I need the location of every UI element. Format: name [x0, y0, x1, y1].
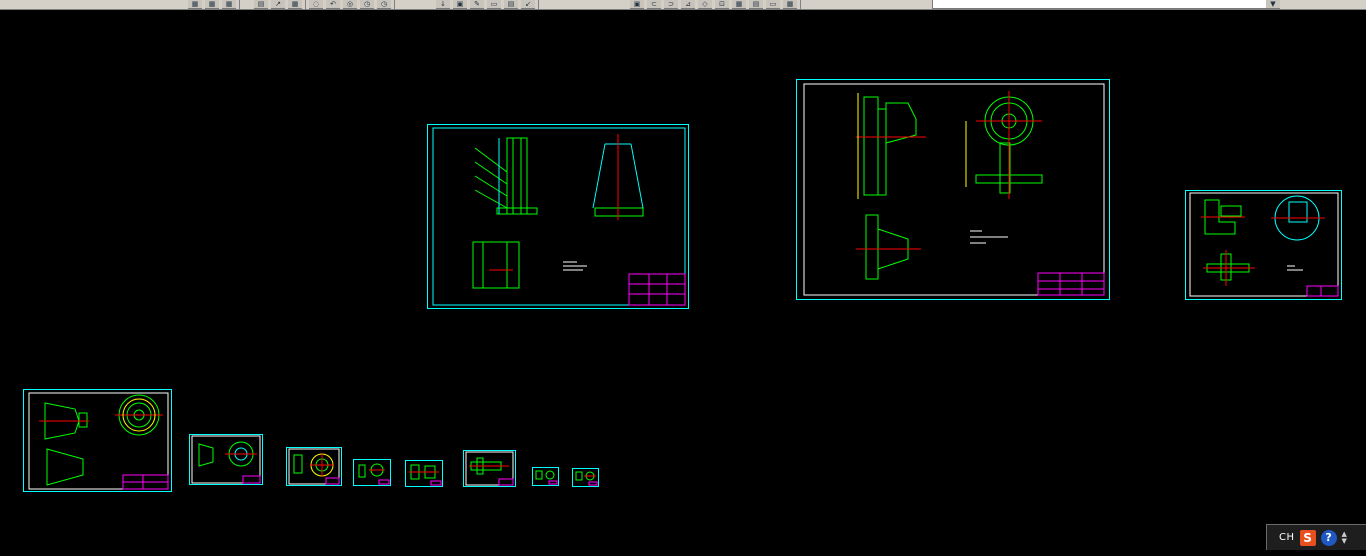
toolbar-button-5[interactable]: ↗ [271, 0, 285, 9]
drawing-sheet-casing-graphic [23, 389, 172, 492]
toolbar-button-3[interactable]: ▦ [222, 0, 236, 9]
drawing-sheet-flange-graphic [1185, 190, 1342, 300]
drawing-sheet-frame[interactable] [427, 124, 689, 309]
toolbar-button-25[interactable]: ▤ [749, 0, 763, 9]
drawing-sheet-assembly-graphic [796, 79, 1110, 300]
toolbar-button-13[interactable]: ▣ [453, 0, 467, 9]
drawing-sheet-frame-graphic [427, 124, 689, 309]
toolbar-button-20[interactable]: ⊃ [664, 0, 678, 9]
drawing-sheet-assembly[interactable] [796, 79, 1110, 300]
drawing-sheet-small-1[interactable] [189, 434, 263, 485]
drawing-sheet-small-7[interactable] [572, 468, 599, 487]
drawing-sheet-small-5[interactable] [463, 450, 516, 487]
toolbar-button-19[interactable]: ⊂ [647, 0, 661, 9]
toolbar-separator [305, 0, 306, 9]
ime-language-bar[interactable]: CH S ? ▲ ▼ [1266, 524, 1366, 550]
toolbar-button-7[interactable]: ◌ [309, 0, 323, 9]
sogou-ime-icon[interactable]: S [1299, 529, 1316, 546]
toolbar-group-view: ▣ ⊂ ⊃ ⊿ ◇ ⊡ ▦ ▤ ▭ ▦ [630, 0, 801, 9]
toolbar-group-standard: ▦ ▦ ▦ [188, 0, 240, 9]
drawing-canvas[interactable] [2, 10, 1366, 556]
drawing-sheet-small-2[interactable] [286, 447, 342, 486]
arrow-down-icon: ▼ [1341, 536, 1347, 545]
drawing-sheet-flange[interactable] [1185, 190, 1342, 300]
toolbar-button-15[interactable]: ▭ [487, 0, 501, 9]
drawing-sheet-casing[interactable] [23, 389, 172, 492]
toolbar-button-14[interactable]: ✎ [470, 0, 484, 9]
toolbar-button-18[interactable]: ▣ [630, 0, 644, 9]
toolbar-button-1[interactable]: ▦ [188, 0, 202, 9]
toolbar-button-21[interactable]: ⊿ [681, 0, 695, 9]
drawing-sheet-small-4[interactable] [405, 460, 443, 487]
combo-dropdown-arrow-icon[interactable]: ▼ [1266, 0, 1280, 9]
toolbar-button-23[interactable]: ⊡ [715, 0, 729, 9]
drawing-sheet-small-5-graphic [463, 450, 516, 487]
drawing-sheet-small-1-graphic [189, 434, 263, 485]
drawing-sheet-small-3[interactable] [353, 459, 391, 486]
drawing-sheet-small-2-graphic [286, 447, 342, 486]
toolbar-button-4[interactable]: ▤ [254, 0, 268, 9]
toolbar-separator [538, 0, 539, 9]
help-icon[interactable]: ? [1320, 529, 1337, 546]
ime-language-label[interactable]: CH [1279, 532, 1295, 543]
toolbar-button-12[interactable]: ↓ [436, 0, 450, 9]
toolbar-button-22[interactable]: ◇ [698, 0, 712, 9]
toolbar-separator [394, 0, 395, 9]
toolbar-button-9[interactable]: ◎ [343, 0, 357, 9]
drawing-sheet-small-4-graphic [405, 460, 443, 487]
drawing-sheet-small-6[interactable] [532, 467, 559, 486]
toolbar-button-24[interactable]: ▦ [732, 0, 746, 9]
toolbar-button-11[interactable]: ◷ [377, 0, 391, 9]
toolbar-group-modify: ↓ ▣ ✎ ▭ ▤ ↙ [436, 0, 539, 9]
drawing-sheet-small-3-graphic [353, 459, 391, 486]
drawing-sheet-small-7-graphic [572, 468, 599, 487]
toolbar: ▦ ▦ ▦ ▤ ↗ ▦ ◌ ↶ ◎ ◷ ◷ ↓ ▣ ✎ ▭ ▤ ↙ ▣ ⊂ ⊃ … [0, 0, 1366, 10]
ime-options-arrows[interactable]: ▲ ▼ [1341, 530, 1347, 545]
toolbar-button-27[interactable]: ▦ [783, 0, 797, 9]
toolbar-button-6[interactable]: ▦ [288, 0, 302, 9]
toolbar-button-16[interactable]: ▤ [504, 0, 518, 9]
toolbar-separator [800, 0, 801, 9]
drawing-sheet-small-6-graphic [532, 467, 559, 486]
toolbar-button-10[interactable]: ◷ [360, 0, 374, 9]
toolbar-button-8[interactable]: ↶ [326, 0, 340, 9]
toolbar-button-2[interactable]: ▦ [205, 0, 219, 9]
toolbar-separator [239, 0, 240, 9]
toolbar-group-draw: ▤ ↗ ▦ ◌ ↶ ◎ ◷ ◷ [254, 0, 395, 9]
layer-combo-box[interactable] [932, 0, 1267, 9]
toolbar-button-17[interactable]: ↙ [521, 0, 535, 9]
toolbar-button-26[interactable]: ▭ [766, 0, 780, 9]
